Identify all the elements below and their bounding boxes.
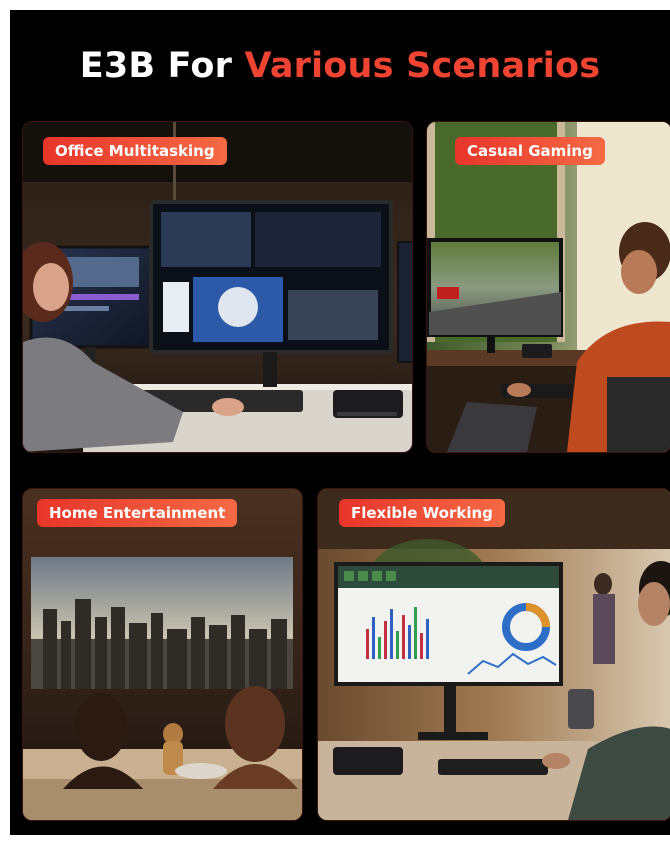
- badge-home-entertainment: Home Entertainment: [37, 499, 238, 527]
- casual-gaming-panel: Casual Gaming: [426, 121, 670, 453]
- headline: E3B For Various Scenarios: [10, 46, 670, 86]
- home-entertainment-panel: Home Entertainment: [22, 488, 303, 821]
- home-scene-image: [23, 489, 302, 820]
- badge-flexible-working: Flexible Working: [339, 499, 505, 527]
- headline-accent: Various Scenarios: [244, 46, 601, 86]
- badge-office-multitasking: Office Multitasking: [43, 137, 227, 165]
- gaming-scene-image: [427, 122, 670, 452]
- flexible-working-panel: Flexible Working: [317, 488, 670, 821]
- badge-casual-gaming: Casual Gaming: [455, 137, 605, 165]
- workspace-scene-image: [318, 489, 670, 820]
- office-multitasking-panel: Office Multitasking: [22, 121, 413, 453]
- promo-canvas: E3B For Various Scenarios Office Multita…: [10, 10, 670, 835]
- office-scene-image: [23, 122, 412, 452]
- headline-prefix: E3B For: [79, 46, 233, 86]
